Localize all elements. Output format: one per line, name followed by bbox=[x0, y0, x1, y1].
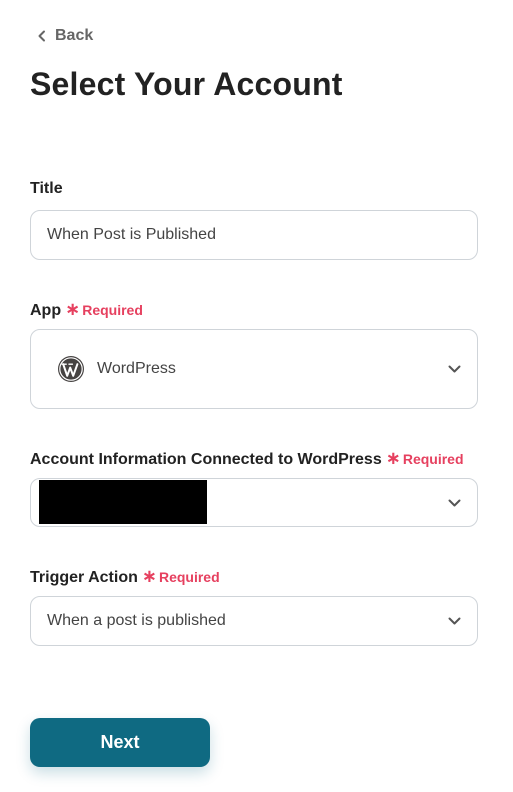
trigger-label-text: Trigger Action bbox=[30, 569, 138, 586]
chevron-left-icon bbox=[38, 30, 45, 42]
required-badge: ∗ Required bbox=[142, 566, 220, 587]
back-label: Back bbox=[55, 27, 94, 44]
wordpress-logo-icon bbox=[58, 356, 84, 382]
page-title: Select Your Account bbox=[30, 66, 343, 102]
title-input-value: When Post is Published bbox=[47, 226, 216, 243]
required-badge: ∗ Required bbox=[386, 448, 464, 469]
required-text: Required bbox=[158, 569, 220, 585]
next-button[interactable]: Next bbox=[30, 718, 210, 767]
app-label-text: App bbox=[30, 302, 62, 319]
app-select-value: WordPress bbox=[97, 360, 176, 377]
trigger-field-label: Trigger Action ∗ Required bbox=[30, 566, 220, 587]
chevron-down-icon bbox=[448, 617, 461, 625]
app-field-label: App ∗ Required bbox=[30, 299, 143, 320]
required-text: Required bbox=[402, 451, 464, 467]
required-badge: ∗ Required bbox=[65, 299, 143, 320]
account-field-label: Account Information Connected to WordPre… bbox=[30, 448, 464, 469]
redacted-account-value bbox=[39, 480, 207, 524]
asterisk-icon: ∗ bbox=[385, 448, 401, 468]
account-label-text: Account Information Connected to WordPre… bbox=[30, 451, 382, 468]
trigger-action-value: When a post is published bbox=[47, 612, 226, 629]
trigger-action-select[interactable]: When a post is published bbox=[30, 596, 478, 646]
title-label-text: Title bbox=[30, 180, 63, 197]
chevron-down-icon bbox=[448, 365, 461, 373]
account-select[interactable] bbox=[30, 478, 478, 527]
back-link[interactable]: Back bbox=[37, 26, 93, 46]
app-select[interactable]: WordPress bbox=[30, 329, 478, 409]
asterisk-icon: ∗ bbox=[65, 299, 81, 319]
chevron-down-icon bbox=[448, 499, 461, 506]
asterisk-icon: ∗ bbox=[141, 566, 157, 586]
title-field-label: Title bbox=[30, 180, 63, 198]
required-text: Required bbox=[82, 302, 143, 318]
title-input[interactable]: When Post is Published bbox=[30, 210, 478, 260]
